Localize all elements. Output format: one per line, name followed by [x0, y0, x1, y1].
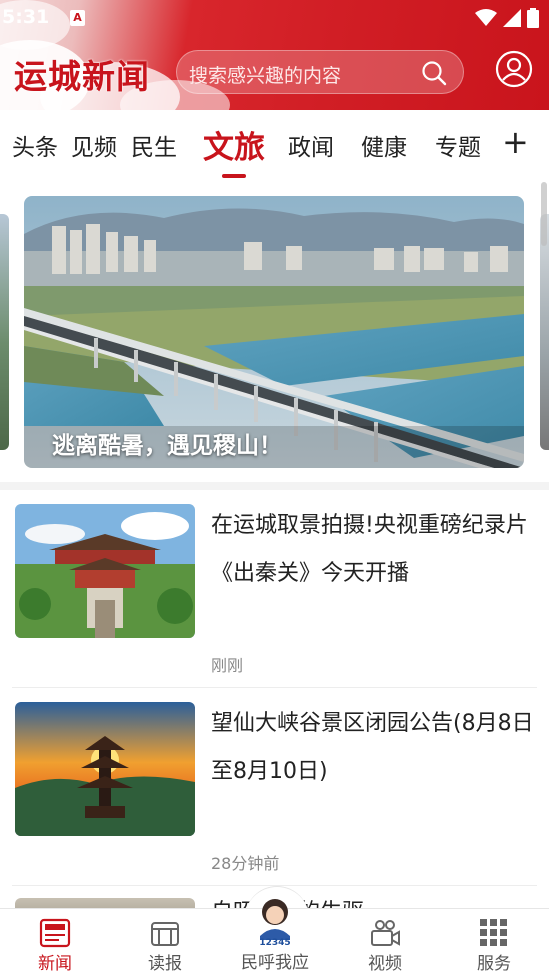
news-title[interactable]: 望仙大峡谷景区闭园公告(8月8日至8月10日)	[211, 700, 539, 796]
nav-services[interactable]: 服务	[439, 909, 549, 976]
scrollbar[interactable]	[541, 182, 547, 246]
carousel-slide[interactable]: 逃离酷暑，遇见稷山！	[24, 196, 524, 468]
app-title: 运城新闻	[14, 57, 150, 96]
news-thumbnail	[15, 702, 195, 836]
tab-health[interactable]: 健康	[361, 128, 407, 162]
tab-video[interactable]: 见频	[71, 128, 117, 162]
wifi-icon	[475, 9, 497, 26]
grid-services-icon	[480, 919, 507, 946]
nav-video[interactable]: 视频	[330, 909, 440, 976]
news-list-item[interactable]: 在运城取景拍摄!央视重磅纪录片《出秦关》今天开播 刚刚	[0, 490, 549, 688]
search-bar[interactable]: 搜索感兴趣的内容	[176, 50, 464, 94]
paper-reader-icon	[151, 922, 179, 946]
signal-icon	[503, 9, 521, 27]
section-divider	[0, 482, 549, 490]
search-icon[interactable]	[421, 60, 447, 86]
news-timestamp: 刚刚	[211, 656, 244, 675]
nav-hotline-label: 民呼我应	[241, 953, 309, 973]
sim-badge-icon: A	[70, 10, 85, 26]
pagoda-sunset-image	[15, 702, 195, 836]
carousel-caption: 逃离酷暑，遇见稷山！	[52, 433, 282, 459]
news-timestamp: 28分钟前	[211, 854, 280, 873]
status-time: 5:31	[2, 6, 50, 28]
tab-topics[interactable]: 专题	[435, 128, 481, 162]
banner-carousel[interactable]: 逃离酷暑，遇见稷山！	[0, 182, 549, 482]
video-camera-icon	[371, 920, 400, 946]
hotline-badge: 12345	[259, 938, 290, 946]
news-thumbnail	[15, 504, 195, 638]
app-header: 5:31 A 运城新闻 搜索感兴趣的内容	[0, 0, 549, 110]
hotline-avatar-icon: 12345	[259, 899, 291, 946]
nav-news-label: 新闻	[38, 954, 72, 974]
carousel-prev-slide[interactable]	[0, 214, 9, 450]
tab-culture-tourism[interactable]: 文旅	[203, 122, 265, 167]
carousel-next-slide[interactable]	[540, 214, 549, 450]
status-bar: 5:31 A	[0, 0, 549, 36]
search-placeholder: 搜索感兴趣的内容	[189, 65, 342, 87]
tab-politics[interactable]: 政闻	[288, 128, 334, 162]
newspaper-icon	[39, 918, 71, 948]
nav-hotline[interactable]: 12345 民呼我应	[220, 899, 330, 976]
system-icons	[475, 8, 539, 28]
nav-services-label: 服务	[477, 954, 511, 974]
profile-icon[interactable]	[495, 50, 533, 88]
channel-tabs: 头条 见频 民生 文旅 政闻 健康 专题 +	[0, 110, 549, 182]
tab-livelihood[interactable]: 民生	[131, 128, 177, 162]
news-title[interactable]: 在运城取景拍摄!央视重磅纪录片《出秦关》今天开播	[211, 502, 539, 598]
add-channel-button[interactable]: +	[502, 126, 529, 158]
tab-headlines[interactable]: 头条	[12, 128, 58, 162]
nav-video-label: 视频	[368, 954, 402, 974]
nav-newspaper-label: 读报	[148, 954, 182, 974]
active-tab-indicator	[222, 174, 246, 178]
news-list-item[interactable]: 望仙大峡谷景区闭园公告(8月8日至8月10日) 28分钟前	[0, 688, 549, 886]
battery-icon	[527, 8, 539, 28]
nav-newspaper[interactable]: 读报	[110, 909, 220, 976]
nav-news[interactable]: 新闻	[0, 909, 110, 976]
temple-thumbnail-image	[15, 504, 195, 638]
